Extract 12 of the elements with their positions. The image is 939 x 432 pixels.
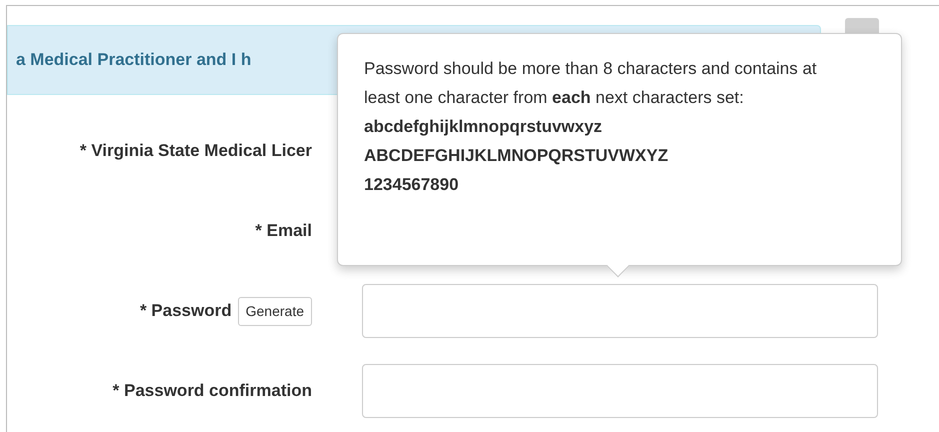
generate-button[interactable]: Generate [238, 296, 312, 326]
tooltip-text: Password should be more than 8 characters and contains at least one character from each next characters set: [364, 58, 818, 109]
text-field[interactable] [362, 284, 878, 338]
field-label: * Password [140, 300, 232, 322]
field-label: * Email [255, 220, 312, 242]
character-set: 1234567890 [364, 174, 459, 196]
character-set: abcdefghijklmnopqrstuvwxyz [364, 116, 602, 138]
field-label: * Virginia State Medical Licer [80, 140, 312, 162]
text-field[interactable] [362, 364, 878, 418]
field-label: * Password confirmation [112, 380, 312, 402]
alert-text: a Medical Practitioner and I h [16, 49, 252, 72]
character-set: ABCDEFGHIJKLMNOPQRSTUVWXYZ [364, 145, 668, 167]
